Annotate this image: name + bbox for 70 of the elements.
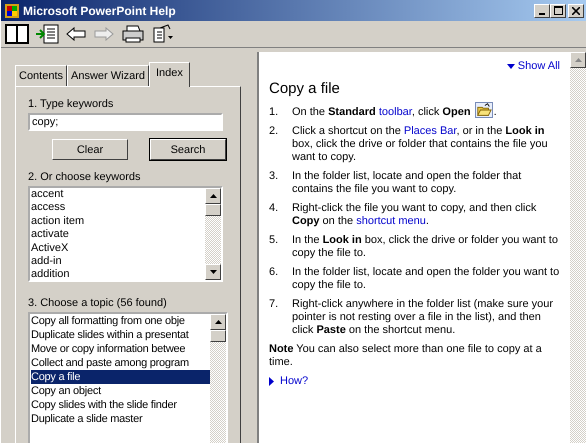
- document-icon[interactable]: [35, 24, 59, 44]
- push-button[interactable]: Search: [150, 139, 226, 160]
- step-text: On the Standard toolbar, click Open .: [292, 105, 497, 119]
- article-title: Copy a file: [269, 80, 341, 97]
- step-text: In the folder list, locate and open the folder that contains the file you want to copy.: [292, 170, 522, 196]
- print-icon[interactable]: [121, 24, 145, 44]
- step-number: 3.: [269, 170, 280, 183]
- section-label: 1. Type keywords: [28, 97, 114, 111]
- expand-arrow-icon: [269, 376, 274, 386]
- folder-icon: [474, 102, 494, 118]
- back-arrow-icon[interactable]: [65, 24, 87, 44]
- keyword-list[interactable]: accent access action item activate ActiveX add-in addition: [28, 186, 223, 282]
- push-button[interactable]: Clear: [52, 139, 128, 160]
- minimize-button[interactable]: [534, 4, 550, 18]
- list-item[interactable]: Collect and paste among program: [31, 356, 210, 370]
- step-text: Right-click the file you want to copy, and then click Copy on the shortcut menu.: [292, 202, 538, 228]
- list-item[interactable]: Copy slides with the slide finder: [31, 398, 210, 412]
- list-item[interactable]: accent: [31, 188, 205, 202]
- section-label: 3. Choose a topic (56 found): [28, 296, 167, 310]
- topic-list[interactable]: [28, 312, 228, 443]
- close-icon: [572, 6, 580, 14]
- link[interactable]: shortcut menu: [356, 215, 426, 227]
- step-number: 5.: [269, 234, 280, 247]
- close-button[interactable]: [568, 4, 584, 18]
- step-text: Right-click anywhere in the folder list (make sure your pointer is not resting over a file in the list), and then click Paste on the shortcut menu.: [292, 298, 554, 337]
- list-item[interactable]: activate: [31, 228, 205, 242]
- tab[interactable]: Contents: [15, 65, 68, 86]
- step-number: 7.: [269, 298, 280, 311]
- list-item[interactable]: Copy all formatting from one obje: [31, 314, 210, 328]
- up-arrow-icon: [574, 58, 582, 62]
- list-item[interactable]: Duplicate slides within a presentat: [31, 328, 210, 342]
- scroll-thumb[interactable]: [205, 204, 221, 216]
- list-item[interactable]: Copy a file: [31, 370, 210, 384]
- list-item[interactable]: Move or copy information betwee: [31, 342, 210, 356]
- window-title: Microsoft PowerPoint Help: [23, 4, 177, 18]
- maximize-button[interactable]: [550, 4, 566, 18]
- down-arrow-icon: [210, 270, 216, 274]
- up-arrow-icon: [214, 320, 222, 324]
- note-text: Note You can also select more than one file to copy at a time.: [269, 343, 543, 369]
- list-item[interactable]: access: [31, 201, 205, 215]
- scroll-thumb[interactable]: [210, 330, 226, 342]
- step-text: Click a shortcut on the Places Bar, or in the Look in box, click the drive or folder that contains the file you want to copy.: [292, 125, 549, 164]
- step-number: 4.: [269, 202, 280, 215]
- maximize-icon: [554, 6, 562, 15]
- step-number: 6.: [269, 266, 280, 279]
- list-item[interactable]: Duplicate a slide master: [31, 412, 210, 426]
- step-number: 1.: [269, 106, 280, 119]
- step-number: 2.: [269, 125, 280, 138]
- keyword-field[interactable]: copy;: [28, 113, 223, 131]
- panes-icon[interactable]: [5, 24, 29, 44]
- scrollbar[interactable]: [205, 188, 221, 280]
- how-link[interactable]: How?: [269, 375, 308, 387]
- minimize-icon: [539, 12, 545, 14]
- caret-icon: [506, 64, 515, 69]
- options-icon[interactable]: [151, 24, 175, 44]
- up-arrow-icon: [210, 194, 216, 198]
- list-item[interactable]: add-in: [31, 255, 205, 268]
- section-label: 2. Or choose keywords: [28, 170, 140, 184]
- show-all-link[interactable]: Show All: [506, 60, 560, 72]
- step-text: In the Look in box, click the drive or folder you want to copy the file to.: [292, 234, 559, 260]
- list-item[interactable]: action item: [31, 214, 205, 228]
- scrollbar[interactable]: [210, 314, 226, 443]
- tab[interactable]: Index: [149, 62, 190, 87]
- list-item[interactable]: Copy an object: [31, 384, 210, 398]
- list-item[interactable]: addition: [31, 268, 205, 280]
- link[interactable]: Places Bar: [404, 125, 456, 137]
- step-text: In the folder list, locate and open the folder you want to copy the file to.: [292, 266, 560, 292]
- list-item[interactable]: ActiveX: [31, 242, 205, 256]
- app-icon: [4, 2, 20, 18]
- link[interactable]: toolbar: [378, 106, 412, 118]
